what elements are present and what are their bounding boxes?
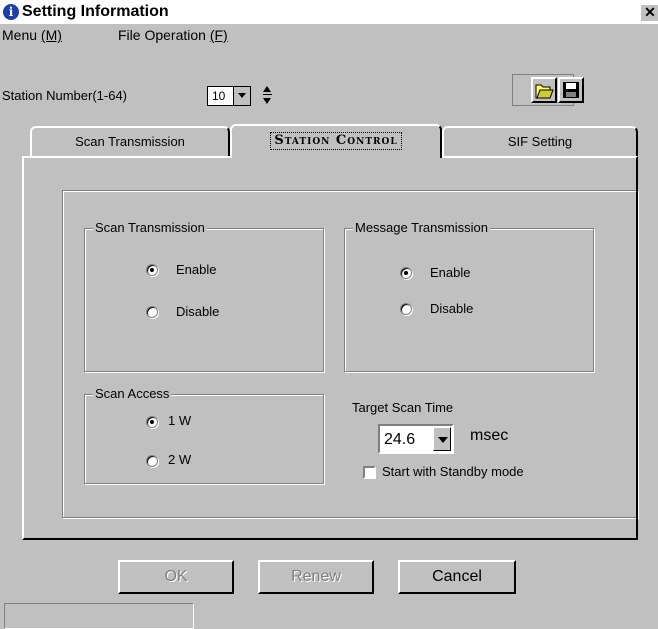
- ok-button[interactable]: OK: [118, 560, 234, 594]
- dropdown-button[interactable]: [233, 87, 250, 105]
- spin-up-icon[interactable]: [263, 86, 271, 92]
- tab-panel: [22, 156, 638, 540]
- menu-item-file-operation[interactable]: File Operation (F): [118, 26, 228, 44]
- chevron-down-icon: [238, 93, 246, 98]
- open-file-button[interactable]: [531, 77, 557, 103]
- status-bar-field: [4, 603, 194, 629]
- station-number-value: 10: [212, 89, 226, 103]
- station-number-label: Station Number(1-64): [2, 88, 127, 103]
- menu-item-menu[interactable]: Menu (M): [2, 26, 62, 44]
- station-number-spinner[interactable]: [261, 84, 273, 106]
- tab-scan-transmission[interactable]: Scan Transmission: [30, 126, 230, 156]
- spin-down-icon[interactable]: [263, 98, 271, 104]
- floppy-disk-icon: [563, 82, 579, 98]
- tab-label: SIF Setting: [507, 134, 573, 149]
- tab-label: Scan Transmission: [75, 134, 185, 149]
- info-icon: i: [3, 4, 19, 20]
- close-button[interactable]: ✕: [640, 4, 658, 21]
- save-file-button[interactable]: [558, 77, 584, 103]
- tab-station-control[interactable]: Station Control: [230, 124, 442, 158]
- spinner-divider: [263, 94, 272, 95]
- title-bar[interactable]: i Setting Information ✕: [0, 0, 658, 24]
- window-title: Setting Information: [22, 3, 169, 20]
- menu-item-mnemonic: (M): [40, 27, 62, 43]
- renew-button[interactable]: Renew: [258, 560, 374, 594]
- cancel-button[interactable]: Cancel: [398, 560, 516, 594]
- station-number-select[interactable]: 10: [207, 86, 251, 106]
- menu-item-label: Menu: [2, 27, 38, 43]
- menu-item-mnemonic: (F): [209, 27, 228, 43]
- tab-label: Station Control: [270, 132, 402, 150]
- folder-open-icon: [535, 84, 554, 99]
- tab-sif-setting[interactable]: SIF Setting: [442, 126, 638, 156]
- menu-item-label: File Operation: [118, 27, 206, 43]
